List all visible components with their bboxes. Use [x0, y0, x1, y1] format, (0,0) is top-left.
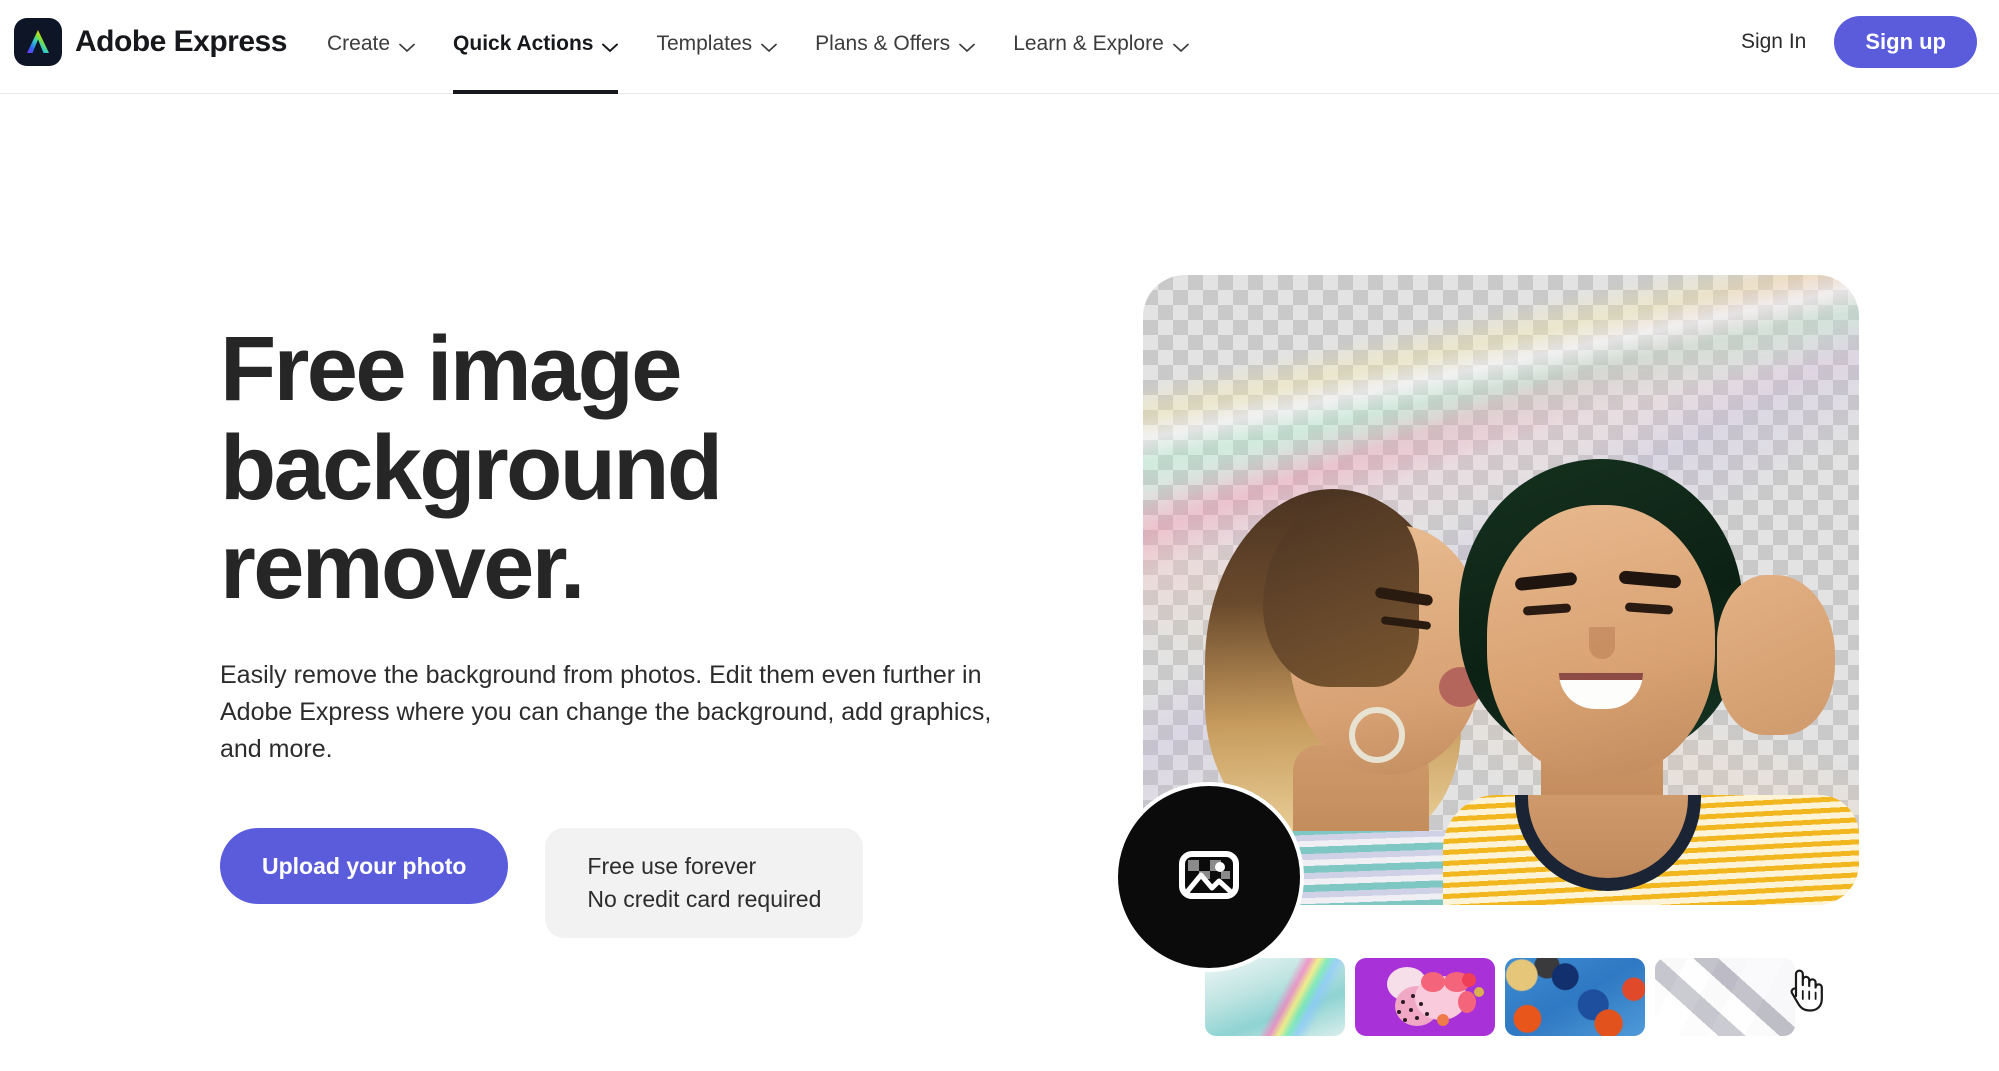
thumbnail-purple-abstract[interactable] — [1355, 958, 1495, 1036]
upload-your-photo-button[interactable]: Upload your photo — [220, 828, 509, 904]
nav-item-plans-and-offers-label: Plans & Offers — [815, 32, 951, 55]
nav-item-create[interactable]: Create — [308, 0, 434, 94]
nav-item-create-label: Create — [327, 32, 391, 55]
free-use-line-2: No credit card required — [587, 886, 822, 912]
chevron-down-icon — [959, 40, 976, 58]
sign-in-link[interactable]: Sign In — [1735, 22, 1812, 62]
brand-name-label: Adobe Express — [75, 25, 287, 58]
image-picker-button[interactable] — [1114, 782, 1304, 972]
chevron-down-icon — [602, 40, 619, 58]
free-use-line-1: Free use forever — [587, 853, 757, 879]
chevron-down-icon — [399, 40, 415, 58]
chevron-down-icon — [761, 40, 778, 58]
nav-item-plans-and-offers[interactable]: Plans & Offers — [796, 0, 994, 94]
background-thumbnail-strip — [1205, 958, 1795, 1036]
chevron-down-icon — [1172, 40, 1189, 58]
primary-nav-links: Create Quick Actions Templates Plans & O… — [308, 0, 1208, 94]
page-title: Free image background remover. — [220, 318, 723, 618]
hero-subtitle: Easily remove the background from photos… — [220, 661, 992, 763]
active-tab-underline — [453, 90, 619, 94]
image-placeholder-icon — [1174, 840, 1244, 915]
hero-cta-row: Upload your photo Free use forever No cr… — [220, 828, 1020, 938]
thumbnail-crystal-silver[interactable] — [1655, 958, 1795, 1036]
left-person-hoop-earring — [1349, 707, 1405, 763]
nav-item-quick-actions[interactable]: Quick Actions — [434, 0, 637, 94]
nav-item-quick-actions-label: Quick Actions — [453, 32, 594, 55]
account-actions: Sign In Sign up — [1735, 16, 1977, 68]
nav-item-templates-label: Templates — [656, 32, 753, 55]
top-navigation-bar: Adobe Express Create Quick Actions Templ… — [0, 0, 1999, 94]
nav-item-learn-and-explore-label: Learn & Explore — [1013, 32, 1164, 55]
hero-copy-block: Free image background remover. Easily re… — [220, 320, 1020, 938]
nav-item-learn-and-explore[interactable]: Learn & Explore — [994, 0, 1208, 94]
free-use-info-chip: Free use forever No credit card required — [545, 828, 864, 938]
thumbnail-blue-floral[interactable] — [1505, 958, 1645, 1036]
right-person-nose — [1589, 627, 1615, 659]
brand-home-link[interactable]: Adobe Express — [14, 18, 287, 66]
right-person-hand — [1717, 575, 1835, 735]
sign-up-button[interactable]: Sign up — [1834, 16, 1977, 68]
nav-item-templates[interactable]: Templates — [637, 0, 796, 94]
adobe-express-logo-icon — [14, 18, 62, 66]
